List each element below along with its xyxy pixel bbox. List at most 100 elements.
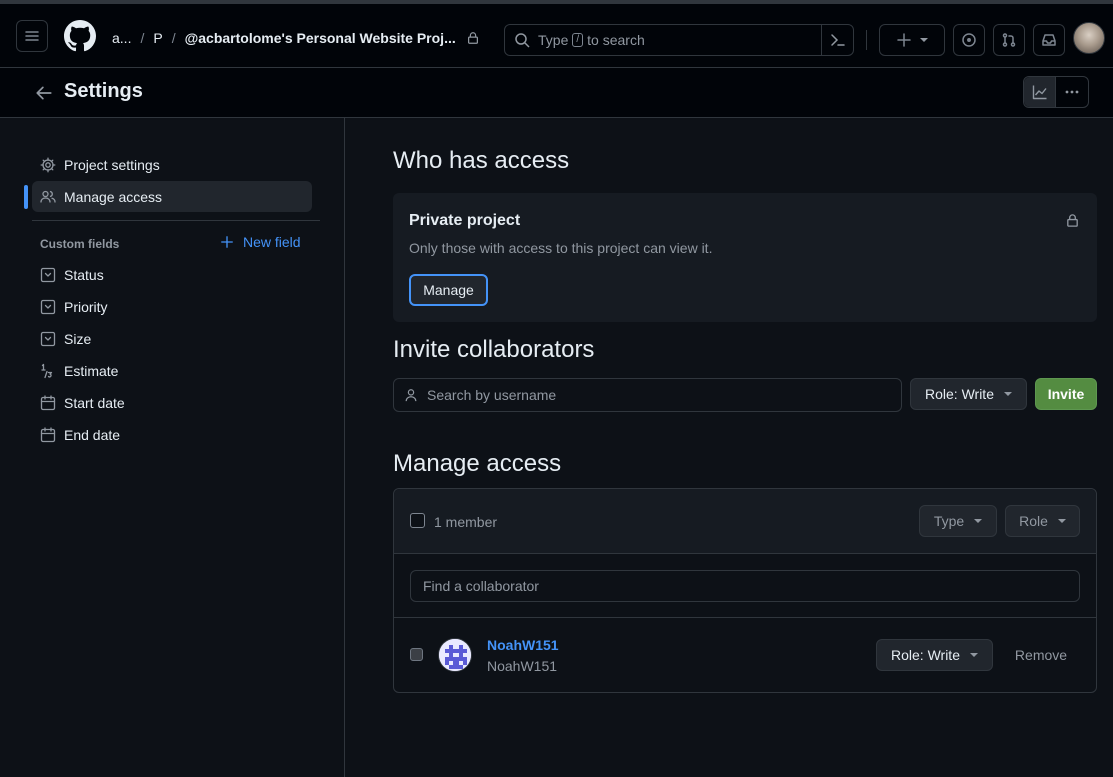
plus-icon [221, 236, 233, 248]
breadcrumb-separator: / [171, 30, 176, 46]
chevron-down-icon [969, 653, 978, 657]
member-checkbox[interactable] [410, 648, 423, 661]
pull-requests-icon [1002, 33, 1016, 47]
gear-icon [40, 157, 56, 172]
single-select-icon [40, 267, 56, 282]
header-actions [1023, 76, 1089, 108]
field-label: Status [64, 266, 104, 283]
sidebar-field-start-date[interactable]: Start date [32, 387, 312, 418]
breadcrumb-project-short[interactable]: P [153, 30, 162, 46]
field-label: Estimate [64, 362, 119, 379]
new-field-label: New field [243, 234, 301, 250]
issues-button[interactable] [953, 24, 985, 56]
private-project-description: Only those with access to this project c… [409, 240, 713, 256]
invite-button[interactable]: Invite [1035, 378, 1097, 410]
inbox-button[interactable] [1033, 24, 1065, 56]
plus-icon [897, 33, 911, 47]
create-new-button[interactable] [879, 24, 945, 56]
search-suffix: to search [587, 32, 645, 48]
person-icon [405, 389, 417, 402]
find-collaborator-placeholder: Find a collaborator [423, 578, 539, 594]
insights-button[interactable] [1024, 77, 1056, 107]
member-count: 1 member [434, 514, 498, 530]
more-options-button[interactable] [1056, 77, 1088, 107]
type-filter-label: Type [933, 513, 965, 529]
field-label: End date [64, 426, 121, 443]
command-palette-button[interactable] [821, 25, 853, 55]
kebab-horizontal-icon [1065, 90, 1079, 94]
find-collaborator-input[interactable]: Find a collaborator [410, 570, 1080, 602]
chevron-down-icon [974, 519, 983, 523]
number-icon [41, 363, 53, 378]
member-role-label: Role: Write [891, 647, 960, 663]
member-avatar [438, 638, 472, 672]
username-search-input[interactable]: Search by username [393, 378, 902, 412]
single-select-icon [40, 299, 56, 314]
menu-icon [25, 31, 39, 41]
back-button[interactable] [33, 82, 55, 104]
custom-fields-heading: Custom fields [40, 237, 120, 251]
breadcrumb-project-title[interactable]: @acbartolome's Personal Website Proj... [185, 30, 456, 46]
lock-icon [1067, 214, 1078, 227]
sidebar-item-manage-access[interactable]: Manage access [32, 181, 312, 212]
manage-visibility-button[interactable]: Manage [409, 274, 488, 306]
arrow-left-icon [36, 86, 52, 100]
inbox-icon [1042, 34, 1056, 46]
sidebar-field-priority[interactable]: Priority [32, 291, 312, 322]
private-project-card: Private project Only those with access t… [393, 193, 1097, 322]
sidebar-item-label: Project settings [64, 156, 160, 173]
new-field-button[interactable]: New field [220, 234, 301, 250]
lock-icon [467, 32, 478, 44]
breadcrumb-owner[interactable]: a... [112, 30, 131, 46]
type-filter-dropdown[interactable]: Type [919, 505, 997, 537]
chevron-down-icon [1057, 519, 1066, 523]
divider [32, 220, 320, 221]
active-indicator [24, 185, 28, 209]
member-username: NoahW151 [487, 658, 558, 674]
pull-requests-button[interactable] [993, 24, 1025, 56]
settings-sidebar: Project settings Manage access Custom fi… [0, 118, 345, 777]
member-role-dropdown[interactable]: Role: Write [876, 639, 993, 671]
people-icon [40, 190, 56, 203]
private-project-title: Private project [409, 212, 521, 229]
breadcrumb-separator: / [140, 30, 145, 46]
remove-member-button[interactable]: Remove [1001, 639, 1081, 671]
manage-access-heading: Manage access [393, 450, 562, 477]
calendar-icon [40, 394, 56, 410]
sidebar-field-estimate[interactable]: Estimate [32, 355, 312, 386]
single-select-icon [40, 331, 56, 346]
avatar[interactable] [1073, 22, 1105, 54]
top-navigation-bar: a... / P / @acbartolome's Personal Websi… [0, 0, 1113, 68]
github-logo-icon[interactable] [64, 20, 96, 52]
who-has-access-heading: Who has access [393, 147, 570, 174]
invite-collaborators-heading: Invite collaborators [393, 336, 595, 363]
search-icon [515, 33, 530, 48]
chevron-down-icon [1003, 392, 1012, 396]
chevron-down-icon [920, 38, 928, 42]
role-filter-dropdown[interactable]: Role [1005, 505, 1080, 537]
search-input[interactable]: Type / to search [504, 24, 854, 56]
calendar-icon [40, 426, 56, 442]
command-palette-icon [830, 34, 845, 46]
sidebar-field-status[interactable]: Status [32, 259, 312, 290]
issues-icon [962, 33, 976, 47]
sidebar-field-end-date[interactable]: End date [32, 419, 312, 450]
sidebar-field-size[interactable]: Size [32, 323, 312, 354]
search-shortcut-key: / [572, 33, 584, 47]
sidebar-item-label: Manage access [64, 188, 163, 205]
graph-icon [1032, 85, 1047, 100]
menu-button[interactable] [16, 20, 48, 52]
invite-role-label: Role: Write [925, 386, 994, 402]
divider [866, 30, 867, 50]
sidebar-item-project-settings[interactable]: Project settings [32, 149, 312, 180]
username-search-placeholder: Search by username [427, 387, 557, 403]
settings-header: Settings [0, 68, 1113, 118]
invite-role-dropdown[interactable]: Role: Write [910, 378, 1027, 410]
role-filter-label: Role [1019, 513, 1048, 529]
manage-access-panel: 1 member Type Role Find a collaborator N… [393, 488, 1097, 693]
divider [394, 617, 1096, 618]
select-all-checkbox[interactable] [410, 513, 425, 528]
member-name-link[interactable]: NoahW151 [487, 637, 559, 653]
field-label: Priority [64, 298, 108, 315]
search-prefix: Type [538, 32, 569, 48]
